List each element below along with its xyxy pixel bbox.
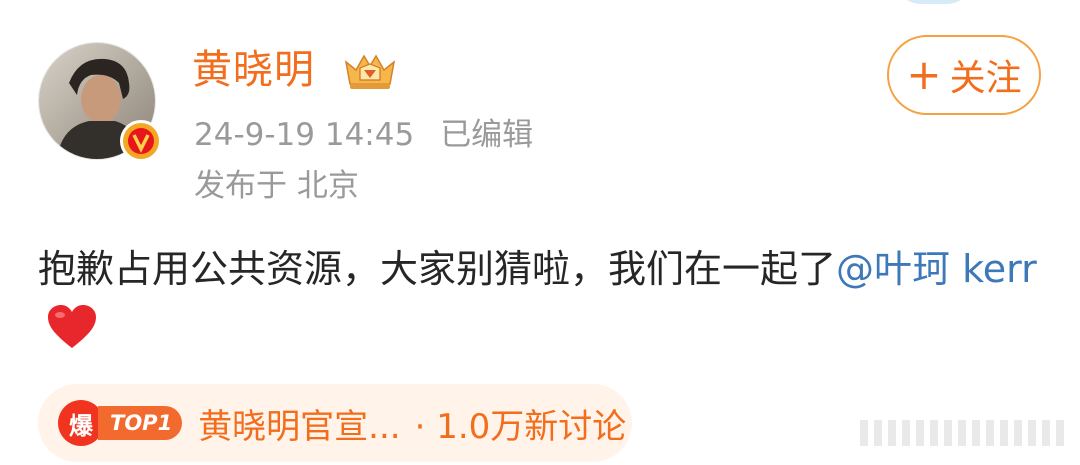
follow-button[interactable]: + 关注	[887, 35, 1041, 115]
hot-search-tag[interactable]: 爆 TOP1 黄晓明官宣... · 1.0万新讨论	[38, 384, 632, 462]
plus-icon: +	[906, 50, 942, 99]
post-content: 抱歉占用公共资源，大家别猜啦，我们在一起了@叶珂 kerr	[38, 240, 1038, 356]
watermark-stripes	[860, 418, 1066, 448]
crown-badge-icon[interactable]	[342, 50, 398, 92]
rank-badge: TOP1	[98, 406, 183, 440]
verified-v-icon	[120, 120, 162, 162]
post-time: 24-9-19 14:45	[194, 117, 415, 153]
heart-icon	[46, 304, 98, 350]
top-decoration	[892, 0, 976, 4]
hot-tag-title: 黄晓明官宣...	[198, 406, 401, 447]
discussion-count: · 1.0万新讨论	[414, 406, 627, 447]
edited-label[interactable]: 已编辑	[440, 117, 533, 153]
author-name[interactable]: 黄晓明	[192, 44, 315, 96]
avatar-container[interactable]	[38, 42, 162, 162]
mention-link[interactable]: @叶珂 kerr	[836, 247, 1037, 291]
post-location: 发布于 北京	[194, 168, 359, 204]
follow-button-label: 关注	[949, 58, 1022, 99]
post-meta: 24-9-19 14:45 已编辑	[194, 115, 533, 155]
post-text: 抱歉占用公共资源，大家别猜啦，我们在一起了	[38, 247, 837, 291]
